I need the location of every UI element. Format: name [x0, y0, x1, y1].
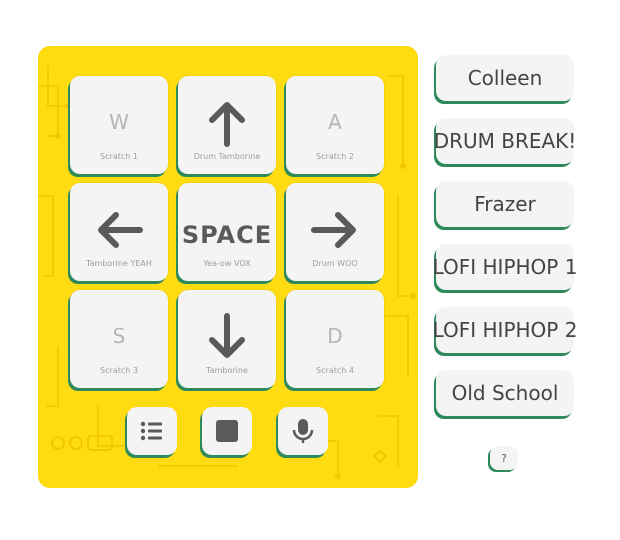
- up-arrow-icon: [209, 102, 245, 147]
- preset-button-lofi-hiphop-2[interactable]: LOFI HIPHOP 2: [433, 307, 577, 353]
- preset-button-lofi-hiphop-1[interactable]: LOFI HIPHOP 1: [433, 244, 577, 290]
- preset-button-old-school[interactable]: Old School: [436, 370, 574, 416]
- pad-key-label: SPACE: [181, 221, 273, 249]
- pad-sound-label: Scratch 1: [100, 152, 138, 161]
- pad-left[interactable]: Tamborine YEAH: [70, 183, 168, 281]
- pad-key-label: D: [327, 324, 343, 348]
- pad-right[interactable]: Drum WOO: [286, 183, 384, 281]
- pad-up[interactable]: Drum Tamborine: [178, 76, 276, 174]
- left-arrow-icon: [98, 212, 143, 248]
- pad-sound-label: Tamborine: [206, 366, 248, 375]
- pad-s[interactable]: S Scratch 3: [70, 290, 168, 388]
- pad-sound-label: Yea-ow VOX: [203, 259, 251, 268]
- pad-d[interactable]: D Scratch 4: [286, 290, 384, 388]
- pad-sound-label: Scratch 2: [316, 152, 354, 161]
- help-button[interactable]: ?: [490, 446, 518, 470]
- pad-key-label: S: [112, 324, 126, 348]
- pad-sound-label: Tamborine YEAH: [86, 259, 152, 268]
- list-button[interactable]: [127, 407, 177, 455]
- preset-button-colleen[interactable]: Colleen: [436, 55, 574, 101]
- stop-icon: [216, 420, 238, 442]
- pad-down[interactable]: Tamborine: [178, 290, 276, 388]
- pad-key-label: W: [109, 110, 129, 134]
- pad-space[interactable]: SPACE Yea-ow VOX: [178, 183, 276, 281]
- list-icon: [140, 421, 162, 441]
- pad-key-label: A: [328, 110, 342, 134]
- right-arrow-icon: [311, 212, 356, 248]
- record-button[interactable]: [278, 407, 328, 455]
- preset-button-drum-break[interactable]: DRUM BREAK!: [434, 118, 576, 164]
- pad-w[interactable]: W Scratch 1: [70, 76, 168, 174]
- down-arrow-icon: [209, 313, 245, 358]
- pad-sound-label: Drum Tamborine: [193, 152, 261, 161]
- stop-button[interactable]: [202, 407, 252, 455]
- pad-sound-label: Scratch 4: [316, 366, 354, 375]
- pad-sound-label: Drum WOO: [312, 259, 358, 268]
- microphone-icon: [292, 419, 314, 443]
- pad-a[interactable]: A Scratch 2: [286, 76, 384, 174]
- pad-sound-label: Scratch 3: [100, 366, 138, 375]
- preset-button-frazer[interactable]: Frazer: [436, 181, 574, 227]
